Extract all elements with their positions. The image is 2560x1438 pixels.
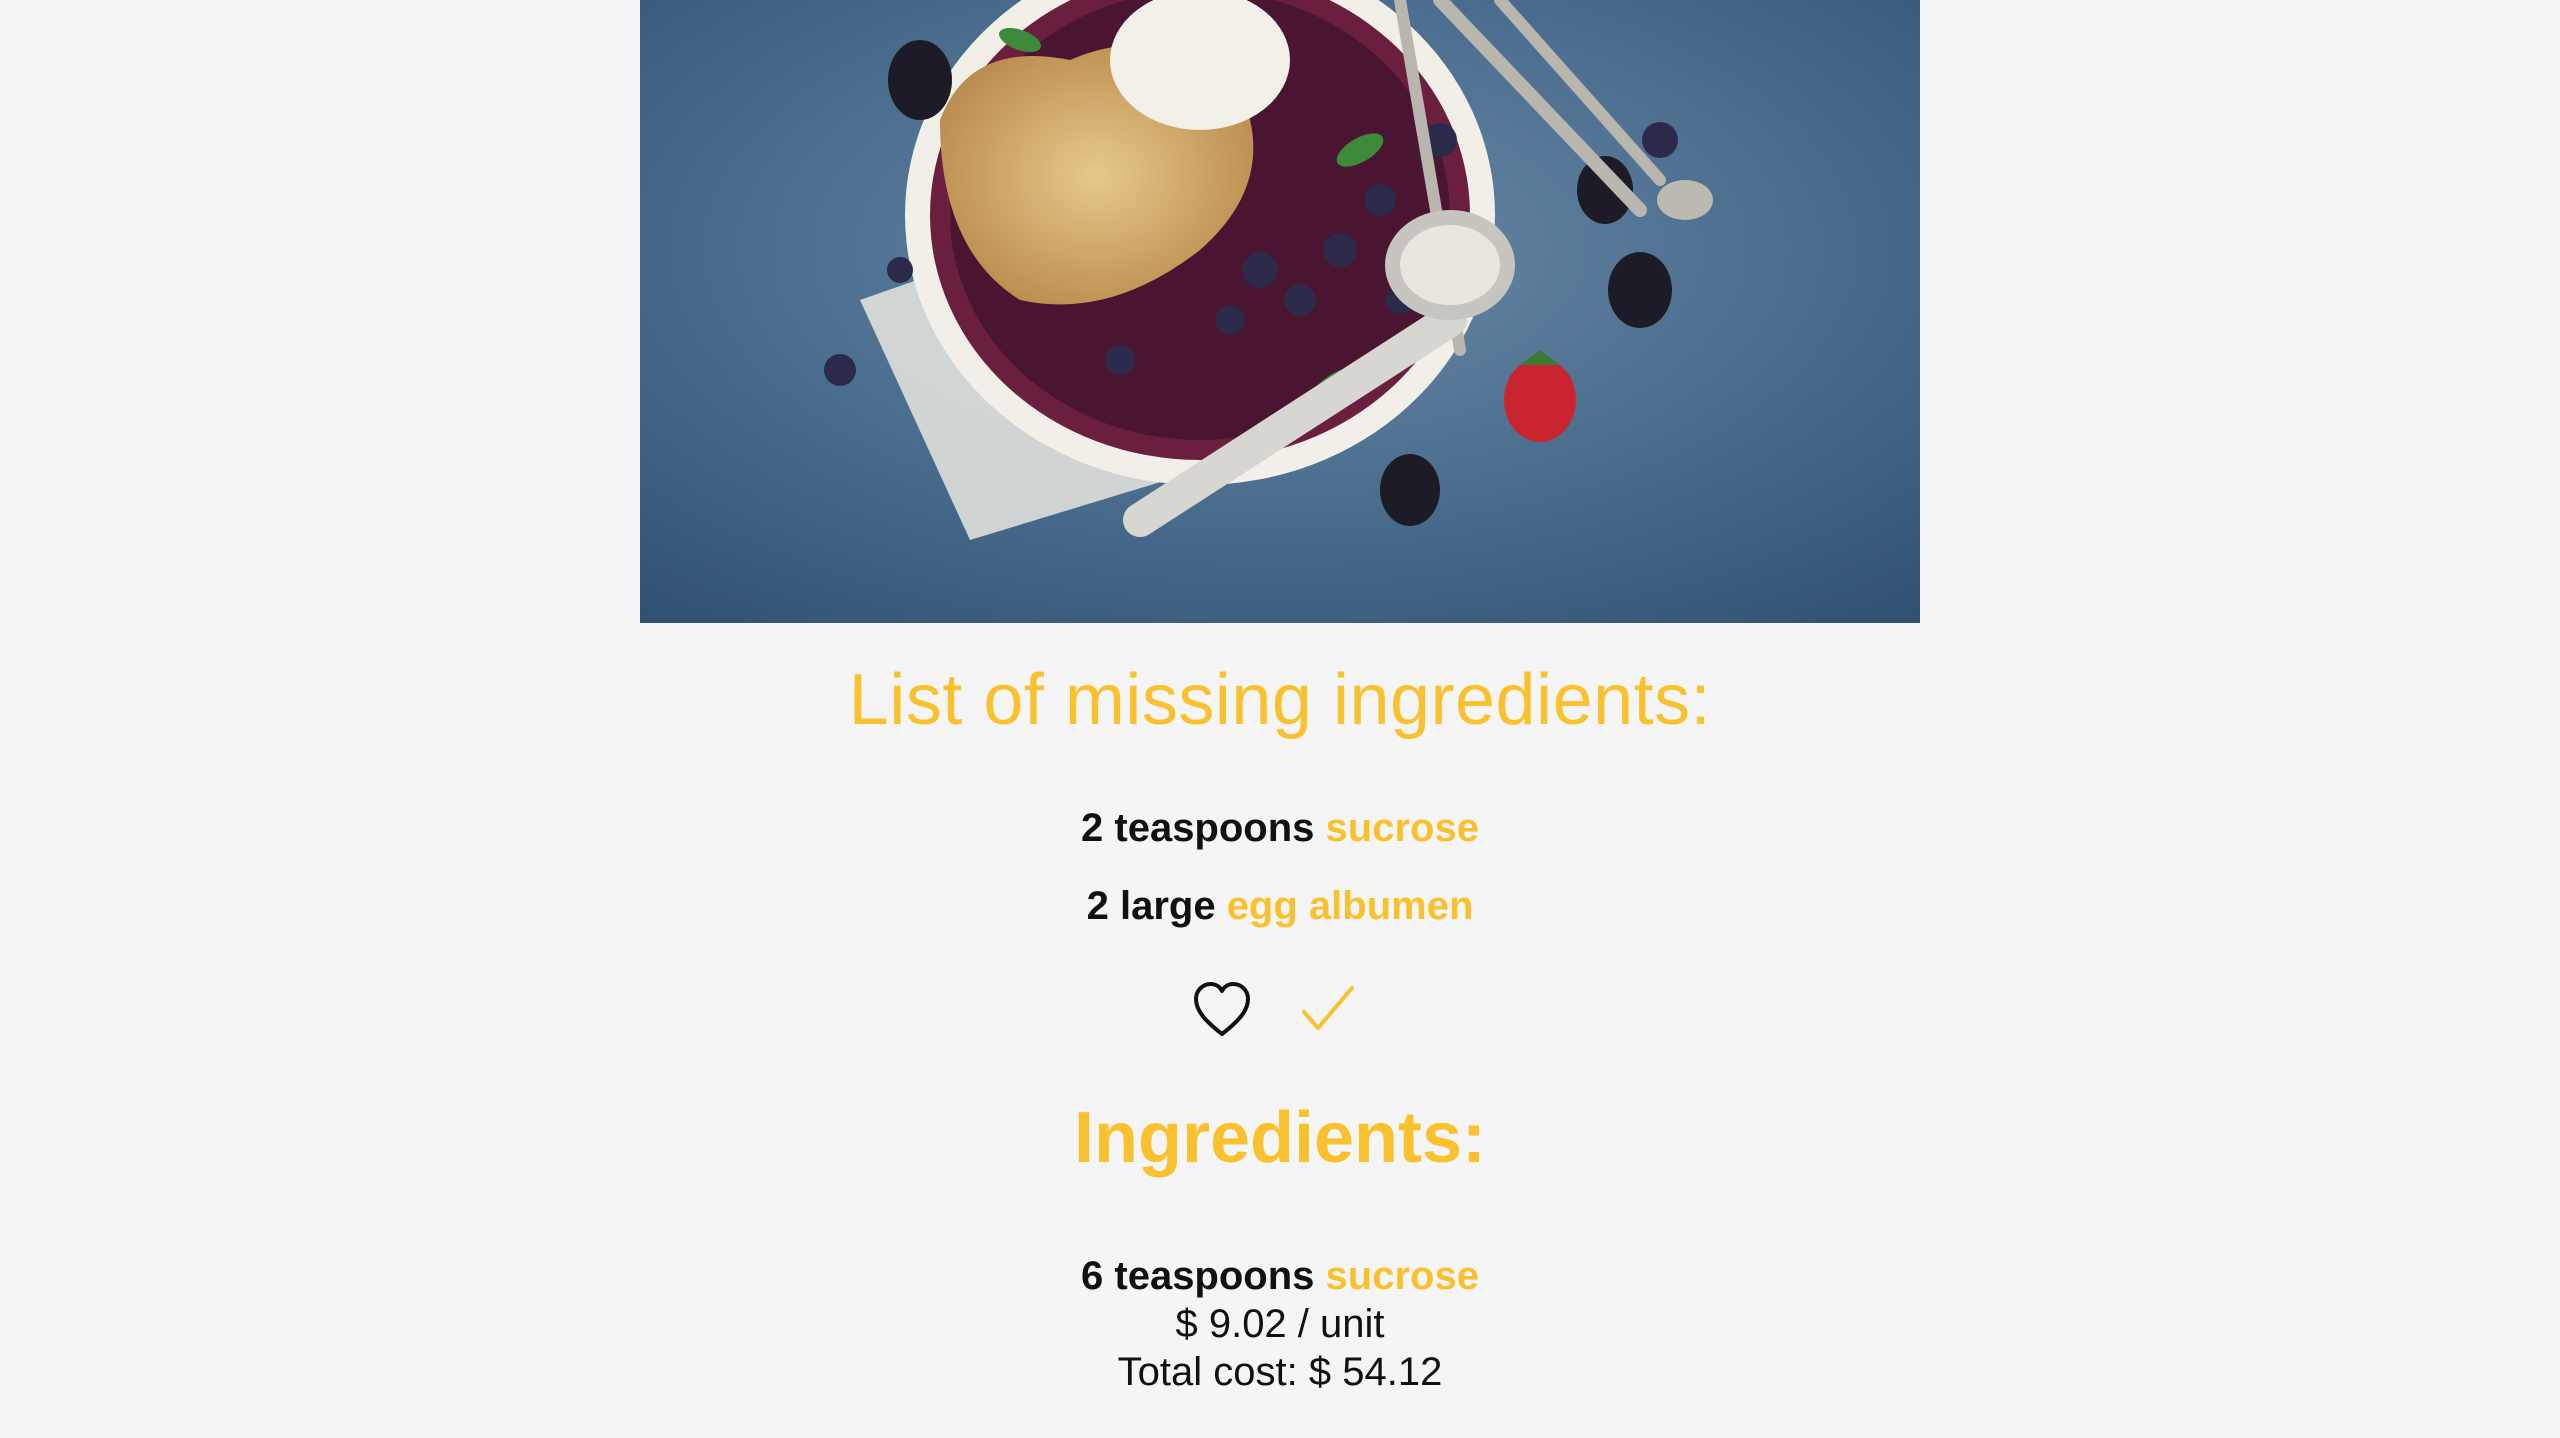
missing-ingredient-item: 2 teaspoons sucrose: [0, 800, 2560, 856]
ingredients-title: Ingredients:: [1073, 1098, 1487, 1178]
recipe-actions: [1190, 978, 1370, 1042]
missing-ingredient-name[interactable]: egg albumen: [1227, 884, 1474, 928]
heart-icon: [1194, 982, 1250, 1036]
missing-ingredient-item: 2 large egg albumen: [0, 878, 2560, 934]
ingredient-quantity: 6 teaspoons: [1081, 1254, 1315, 1298]
ingredient-name[interactable]: sucrose: [1326, 1254, 1479, 1298]
checkmark-icon: [1302, 986, 1354, 1030]
missing-ingredient-quantity: 2 large: [1086, 884, 1216, 928]
missing-ingredient-quantity: 2 teaspoons: [1081, 806, 1315, 850]
ingredient-total-cost: Total cost: $ 54.12: [1117, 1350, 1443, 1394]
recipe-hero-image: [640, 0, 1920, 623]
ingredient-item: 6 teaspoons sucrose $ 9.02 / unit Total …: [0, 1252, 2560, 1396]
favorite-button[interactable]: [1190, 978, 1254, 1042]
missing-ingredients-title: List of missing ingredients:: [848, 660, 1712, 740]
ingredient-heading: 6 teaspoons sucrose: [0, 1252, 2560, 1300]
recipe-page: List of missing ingredients: 2 teaspoons…: [0, 0, 2560, 1438]
confirm-button[interactable]: [1300, 982, 1356, 1038]
ingredient-unit-price: $ 9.02 / unit: [1175, 1302, 1385, 1346]
missing-ingredient-name[interactable]: sucrose: [1326, 806, 1479, 850]
